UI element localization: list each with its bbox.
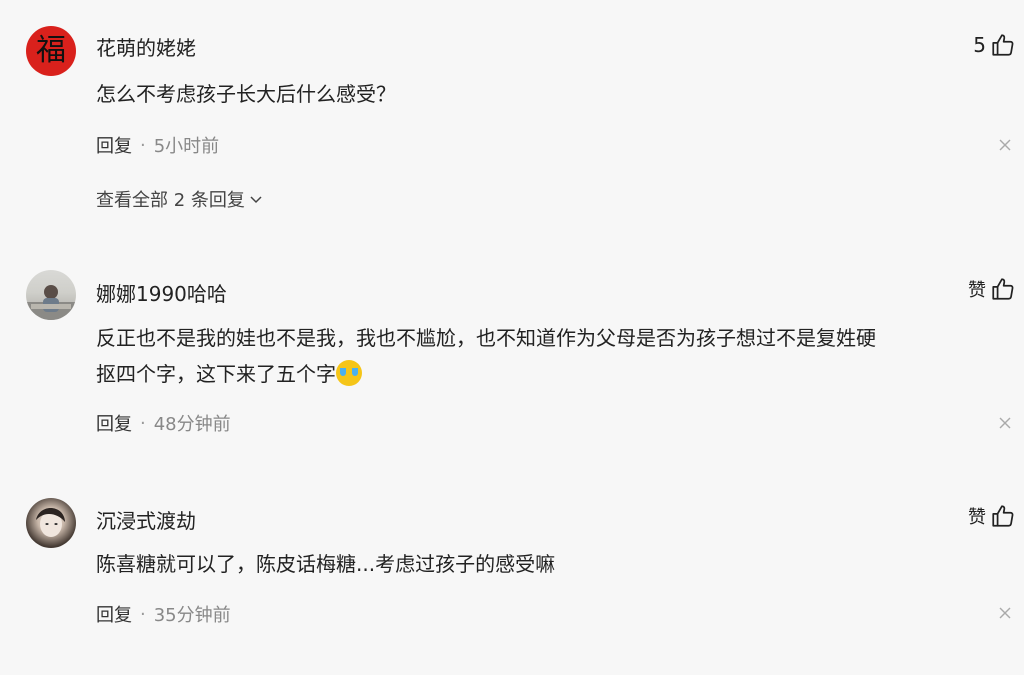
username[interactable]: 花萌的姥姥: [96, 32, 196, 61]
avatar[interactable]: [26, 270, 76, 320]
view-all-replies-button[interactable]: 查看全部 2 条回复: [96, 186, 263, 212]
comment-text-line: 反正也不是我的娃也不是我，我也不尴尬，也不知道作为父母是否为孩子想过不是复姓硬: [96, 326, 876, 350]
comment-text: 怎么不考虑孩子长大后什么感受？: [96, 82, 396, 106]
like-label: 赞: [968, 507, 986, 528]
like-button[interactable]: 赞: [968, 276, 1016, 302]
timestamp: 35分钟前: [153, 605, 231, 626]
comment-meta: 回复 · 35分钟前: [96, 601, 231, 627]
like-count: 5: [973, 33, 986, 57]
close-icon[interactable]: [998, 416, 1012, 430]
close-icon[interactable]: [998, 606, 1012, 620]
view-all-replies-label: 查看全部 2 条回复: [96, 190, 245, 211]
thumbs-up-icon: [992, 505, 1014, 527]
reply-button[interactable]: 回复: [96, 410, 132, 436]
comment-text: 陈喜糖就可以了，陈皮话梅糖...考虑过孩子的感受嘛: [96, 552, 556, 576]
avatar[interactable]: [26, 498, 76, 548]
comment-meta: 回复 · 48分钟前: [96, 410, 231, 436]
timestamp: 5小时前: [153, 136, 220, 157]
comment-text-line: 抠四个字，这下来了五个字: [96, 362, 336, 386]
username[interactable]: 娜娜1990哈哈: [96, 278, 227, 307]
chevron-down-icon: [250, 196, 262, 204]
crying-laughing-emoji-icon: [336, 360, 362, 386]
avatar-photo: [26, 285, 76, 320]
separator-dot: ·: [140, 412, 146, 434]
separator-dot: ·: [140, 603, 146, 625]
username[interactable]: 沉浸式渡劫: [96, 505, 196, 534]
reply-button[interactable]: 回复: [96, 132, 132, 158]
thumbs-up-icon: [992, 34, 1014, 56]
avatar-photo: [36, 508, 65, 537]
timestamp: 48分钟前: [153, 414, 231, 435]
avatar[interactable]: 福: [26, 26, 76, 76]
like-button[interactable]: 赞: [968, 503, 1016, 529]
avatar-text: 福: [36, 33, 66, 68]
reply-button[interactable]: 回复: [96, 601, 132, 627]
thumbs-up-icon: [992, 278, 1014, 300]
separator-dot: ·: [140, 134, 146, 156]
comment-text-line-2: 抠四个字，这下来了五个字: [96, 356, 1016, 392]
close-icon[interactable]: [998, 138, 1012, 152]
comment-text: 反正也不是我的娃也不是我，我也不尴尬，也不知道作为父母是否为孩子想过不是复姓硬 …: [96, 320, 1016, 392]
comment-meta: 回复 · 5小时前: [96, 132, 219, 158]
like-label: 赞: [968, 280, 986, 301]
like-button[interactable]: 5: [973, 32, 1016, 58]
